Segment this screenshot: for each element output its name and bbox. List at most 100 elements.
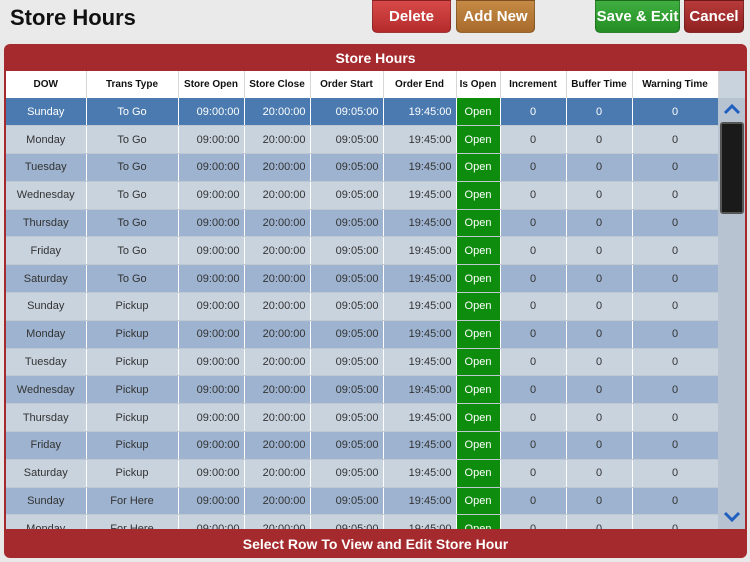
table-cell: To Go xyxy=(86,125,179,155)
table-row[interactable]: Sunday To Go 09:00:00 20:00:00 09:05:00 19:45… xyxy=(6,98,719,127)
table-cell: Open xyxy=(456,264,501,294)
table-cell: To Go xyxy=(86,98,179,127)
column-header[interactable]: Trans Type xyxy=(86,71,179,98)
scrollbar[interactable] xyxy=(718,98,745,529)
save-exit-button[interactable]: Save & Exit xyxy=(595,0,680,33)
table-cell: 19:45:00 xyxy=(383,98,457,127)
table-cell: Tuesday xyxy=(6,348,87,377)
table-cell: Monday xyxy=(6,125,87,155)
table-row[interactable]: Thursday Pickup 09:00:00 20:00:00 09:05:00 19… xyxy=(6,403,719,433)
table-cell: 09:05:00 xyxy=(310,209,384,238)
table-row[interactable]: Sunday Pickup 09:00:00 20:00:00 09:05:00 19:4… xyxy=(6,292,719,321)
table-cell: Open xyxy=(456,348,501,377)
table-row[interactable]: Sunday For Here 09:00:00 20:00:00 09:05:00 19… xyxy=(6,487,719,516)
table-cell: 0 xyxy=(500,514,567,529)
top-bar: Store Hours Delete Add New Save & Exit C… xyxy=(0,0,750,40)
table-cell: Open xyxy=(456,236,501,266)
table-cell: Monday xyxy=(6,320,87,349)
table-row[interactable]: Monday To Go 09:00:00 20:00:00 09:05:00 19:45… xyxy=(6,125,719,155)
table-cell: 09:00:00 xyxy=(178,236,245,266)
table-cell: Sunday xyxy=(6,292,87,321)
table-cell: 20:00:00 xyxy=(244,181,311,210)
table-row[interactable]: Tuesday To Go 09:00:00 20:00:00 09:05:00 19:4… xyxy=(6,153,719,182)
table-cell: 20:00:00 xyxy=(244,375,311,405)
table-row[interactable]: Wednesday Pickup 09:00:00 20:00:00 09:05:00 1… xyxy=(6,375,719,405)
table-cell: 0 xyxy=(632,459,719,488)
table-cell: Friday xyxy=(6,431,87,460)
table-cell: 09:00:00 xyxy=(178,98,245,127)
table-cell: 0 xyxy=(566,375,633,405)
table-cell: 09:00:00 xyxy=(178,292,245,321)
chevron-down-icon[interactable] xyxy=(722,508,742,526)
table-header-row: DOW Trans Type Store Open Store Close Order … xyxy=(6,71,719,98)
column-header[interactable]: Warning Time xyxy=(632,71,719,98)
add-new-button[interactable]: Add New xyxy=(456,0,535,33)
delete-button[interactable]: Delete xyxy=(372,0,451,33)
table-cell: 19:45:00 xyxy=(383,264,457,294)
table-cell: Monday xyxy=(6,514,87,529)
scroll-thumb[interactable] xyxy=(720,122,744,214)
table-cell: 09:00:00 xyxy=(178,209,245,238)
column-header[interactable]: Order Start xyxy=(310,71,384,98)
column-header[interactable]: Increment xyxy=(500,71,567,98)
table-row[interactable]: Friday To Go 09:00:00 20:00:00 09:05:00 19:45… xyxy=(6,236,719,266)
table-cell: Open xyxy=(456,98,501,127)
table-cell: 20:00:00 xyxy=(244,264,311,294)
table-cell: Open xyxy=(456,375,501,405)
column-header[interactable]: Buffer Time xyxy=(566,71,633,98)
column-header[interactable]: Order End xyxy=(383,71,457,98)
footer-instruction: Select Row To View and Edit Store Hour xyxy=(242,535,509,552)
table-cell: Open xyxy=(456,292,501,321)
column-header[interactable]: Store Close xyxy=(244,71,311,98)
table-cell: 0 xyxy=(566,181,633,210)
table-row[interactable]: Monday Pickup 09:00:00 20:00:00 09:05:00 19:4… xyxy=(6,320,719,349)
table-cell: Open xyxy=(456,431,501,460)
table-cell: 09:00:00 xyxy=(178,459,245,488)
table-row[interactable]: Friday Pickup 09:00:00 20:00:00 09:05:00 19:4… xyxy=(6,431,719,460)
table-cell: 0 xyxy=(566,264,633,294)
table-cell: 0 xyxy=(566,487,633,516)
table-cell: To Go xyxy=(86,153,179,182)
table-row[interactable]: Saturday Pickup 09:00:00 20:00:00 09:05:00 19… xyxy=(6,459,719,488)
page-title: Store Hours xyxy=(10,5,136,30)
table-cell: 09:00:00 xyxy=(178,153,245,182)
table-cell: 19:45:00 xyxy=(383,236,457,266)
panel-title: Store Hours xyxy=(335,49,416,66)
table-cell: 09:05:00 xyxy=(310,431,384,460)
cancel-button[interactable]: Cancel xyxy=(684,0,744,33)
table-cell: Tuesday xyxy=(6,153,87,182)
table-cell: 09:00:00 xyxy=(178,320,245,349)
table-cell: To Go xyxy=(86,209,179,238)
column-header[interactable]: Store Open xyxy=(178,71,245,98)
table-cell: 19:45:00 xyxy=(383,459,457,488)
table-cell: 0 xyxy=(500,209,567,238)
table-cell: 09:05:00 xyxy=(310,125,384,155)
table-row[interactable]: Monday For Here 09:00:00 20:00:00 09:05:00 19… xyxy=(6,514,719,529)
table-cell: 19:45:00 xyxy=(383,403,457,433)
table-row[interactable]: Wednesday To Go 09:00:00 20:00:00 09:05:00 19… xyxy=(6,181,719,210)
table-cell: Open xyxy=(456,125,501,155)
table-cell: 0 xyxy=(566,98,633,127)
table-cell: 19:45:00 xyxy=(383,431,457,460)
table-row[interactable]: Saturday To Go 09:00:00 20:00:00 09:05:00 19:… xyxy=(6,264,719,294)
column-header[interactable]: Is Open xyxy=(456,71,501,98)
table-cell: Open xyxy=(456,459,501,488)
table-cell: 09:05:00 xyxy=(310,514,384,529)
table-cell: 0 xyxy=(632,125,719,155)
table-cell: 20:00:00 xyxy=(244,320,311,349)
table-cell: 0 xyxy=(632,431,719,460)
table-cell: 0 xyxy=(500,348,567,377)
column-header[interactable]: DOW xyxy=(6,71,87,98)
table-row[interactable]: Thursday To Go 09:00:00 20:00:00 09:05:00 19:… xyxy=(6,209,719,238)
table-cell: Pickup xyxy=(86,292,179,321)
table-cell: 09:05:00 xyxy=(310,153,384,182)
table-cell: 0 xyxy=(632,209,719,238)
table-cell: 09:00:00 xyxy=(178,264,245,294)
table-cell: Wednesday xyxy=(6,375,87,405)
table-cell: 0 xyxy=(500,236,567,266)
chevron-up-icon[interactable] xyxy=(722,100,742,118)
table-row[interactable]: Tuesday Pickup 09:00:00 20:00:00 09:05:00 19:… xyxy=(6,348,719,377)
table-cell: 0 xyxy=(632,153,719,182)
table-cell: 09:00:00 xyxy=(178,375,245,405)
table-cell: 0 xyxy=(500,292,567,321)
